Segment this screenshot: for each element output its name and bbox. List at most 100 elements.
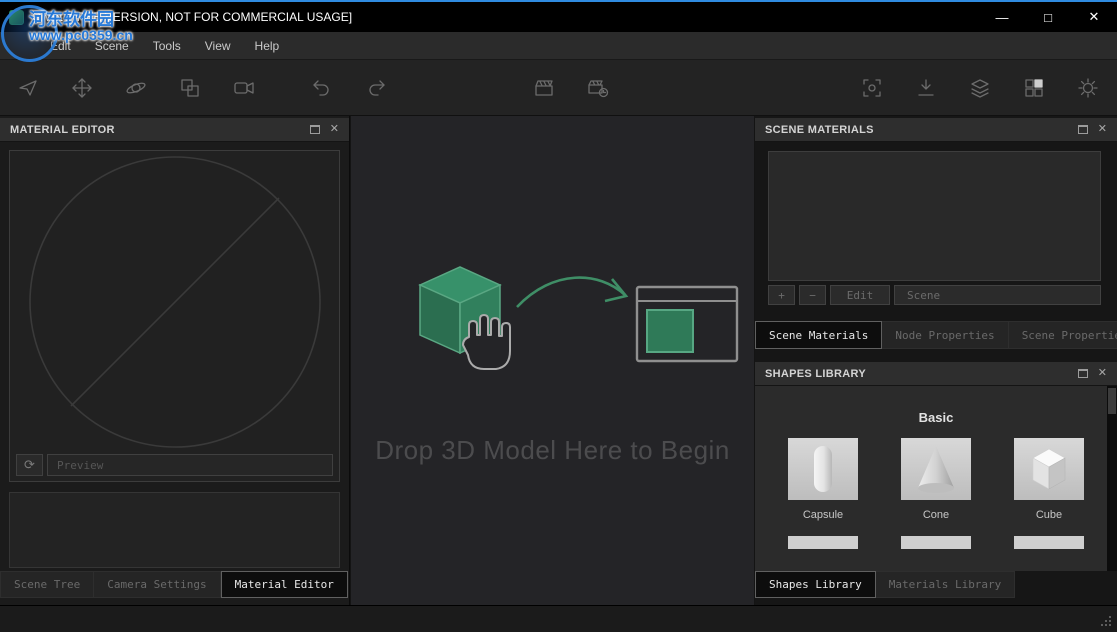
shape-item-partial[interactable] [901, 536, 971, 549]
settings-button[interactable] [1071, 71, 1105, 105]
right-column: SCENE MATERIALS ✕ + − Edit Scene Scene M… [755, 116, 1117, 605]
shape-label: Capsule [788, 509, 858, 521]
undo-icon [311, 77, 333, 99]
shape-thumbnail-partial [901, 536, 971, 549]
render-image-button[interactable] [527, 71, 561, 105]
window-controls: — □ ✕ [979, 2, 1117, 32]
material-editor-title: MATERIAL EDITOR [10, 124, 115, 136]
import-model-icon [915, 77, 937, 99]
capsule-thumbnail [788, 438, 858, 500]
tab-scene-properties[interactable]: Scene Properties [1009, 321, 1117, 349]
tab-shapes-library[interactable]: Shapes Library [755, 571, 876, 598]
settings-gear-icon [1077, 77, 1099, 99]
render-image-icon [533, 77, 555, 99]
close-panel-icon[interactable]: ✕ [1098, 368, 1107, 379]
scene-material-button[interactable]: Scene [894, 285, 1101, 305]
move-tool-icon [71, 77, 93, 99]
shapes-section-title: Basic [755, 410, 1117, 425]
shape-thumbnail-partial [1014, 536, 1084, 549]
layout-split-icon [1023, 77, 1045, 99]
drop-model-illustration [365, 255, 741, 405]
material-editor-body: ⟳ Preview [0, 142, 349, 565]
drop-hint-text: Drop 3D Model Here to Begin [375, 435, 730, 466]
app-window-illustration-icon [637, 287, 737, 361]
orbit-tool-icon [125, 77, 147, 99]
duplicate-tool-button[interactable] [173, 71, 207, 105]
hand-cursor-icon [463, 315, 510, 369]
menu-help[interactable]: Help [243, 32, 292, 59]
remove-material-button[interactable]: − [799, 285, 826, 305]
select-tool-button[interactable] [11, 71, 45, 105]
refresh-preview-button[interactable]: ⟳ [16, 454, 43, 476]
preview-name-field[interactable]: Preview [47, 454, 333, 476]
layers-icon [969, 77, 991, 99]
menu-view[interactable]: View [193, 32, 243, 59]
close-panel-icon[interactable]: ✕ [330, 124, 339, 135]
shapes-library-title: SHAPES LIBRARY [765, 368, 866, 380]
float-panel-icon[interactable] [1078, 125, 1088, 134]
scene-materials-buttons: + − Edit Scene [768, 285, 1101, 305]
float-panel-icon[interactable] [1078, 369, 1088, 378]
scene-materials-title: SCENE MATERIALS [765, 124, 874, 136]
camera-tool-button[interactable] [227, 71, 261, 105]
menubar: Edit Scene Tools View Help [0, 32, 1117, 60]
add-material-button[interactable]: + [768, 285, 795, 305]
shape-item-capsule[interactable]: Capsule [788, 438, 858, 521]
scene-materials-list[interactable] [768, 151, 1101, 281]
titlebar: Owlet [FREE VERSION, NOT FOR COMMERCIAL … [0, 2, 1117, 32]
viewport-drop-zone[interactable]: Drop 3D Model Here to Begin [351, 116, 754, 605]
layout-split-button[interactable] [1017, 71, 1051, 105]
minimize-button[interactable]: — [979, 2, 1025, 32]
menu-tools[interactable]: Tools [141, 32, 193, 59]
tab-material-editor[interactable]: Material Editor [221, 571, 348, 598]
material-preview-canvas [10, 154, 339, 449]
tab-camera-settings[interactable]: Camera Settings [94, 571, 220, 598]
scene-materials-tabs: Scene Materials Node Properties Scene Pr… [755, 321, 1117, 349]
shape-item-cone[interactable]: Cone [901, 438, 971, 521]
material-preview-box: ⟳ Preview [9, 150, 340, 482]
window-title: Owlet [FREE VERSION, NOT FOR COMMERCIAL … [32, 10, 352, 24]
close-panel-icon[interactable]: ✕ [1098, 124, 1107, 135]
shape-thumbnail-partial [788, 536, 858, 549]
float-panel-icon[interactable] [310, 125, 320, 134]
render-animation-icon [587, 77, 609, 99]
cube-shape-icon [1025, 444, 1073, 494]
main-area: MATERIAL EDITOR ✕ ⟳ Previ [0, 116, 1117, 605]
shapes-library-content: Basic Capsule [755, 386, 1117, 571]
redo-button[interactable] [359, 71, 393, 105]
shapes-row: Capsule Cone [755, 438, 1117, 521]
shape-label: Cube [1014, 509, 1084, 521]
left-panel-tabs: Scene Tree Camera Settings Material Edit… [0, 571, 348, 598]
shapes-scrollbar-thumb[interactable] [1108, 388, 1116, 414]
menu-edit[interactable]: Edit [38, 32, 83, 59]
shapes-library-header: SHAPES LIBRARY ✕ [755, 362, 1117, 386]
tab-scene-materials[interactable]: Scene Materials [755, 321, 882, 349]
close-button[interactable]: ✕ [1071, 2, 1117, 32]
shape-item-cube[interactable]: Cube [1014, 438, 1084, 521]
cube-thumbnail [1014, 438, 1084, 500]
shapes-library-tabs: Shapes Library Materials Library [755, 571, 1015, 598]
statusbar [0, 605, 1117, 632]
resize-grip[interactable] [1109, 624, 1111, 626]
render-animation-button[interactable] [581, 71, 615, 105]
shape-item-partial[interactable] [788, 536, 858, 549]
edit-material-button[interactable]: Edit [830, 285, 890, 305]
tab-materials-library[interactable]: Materials Library [876, 571, 1016, 598]
layers-button[interactable] [963, 71, 997, 105]
tab-node-properties[interactable]: Node Properties [882, 321, 1008, 349]
menu-scene[interactable]: Scene [83, 32, 141, 59]
app-window: Owlet [FREE VERSION, NOT FOR COMMERCIAL … [0, 0, 1117, 632]
move-tool-button[interactable] [65, 71, 99, 105]
scene-materials-header: SCENE MATERIALS ✕ [755, 118, 1117, 142]
shape-item-partial[interactable] [1014, 536, 1084, 549]
import-model-button[interactable] [909, 71, 943, 105]
maximize-button[interactable]: □ [1025, 2, 1071, 32]
toolbar [0, 60, 1117, 116]
shapes-scrollbar[interactable] [1107, 386, 1117, 571]
orbit-tool-button[interactable] [119, 71, 153, 105]
undo-button[interactable] [305, 71, 339, 105]
tab-scene-tree[interactable]: Scene Tree [0, 571, 94, 598]
redo-icon [365, 77, 387, 99]
camera-tool-icon [233, 77, 255, 99]
focus-object-button[interactable] [855, 71, 889, 105]
